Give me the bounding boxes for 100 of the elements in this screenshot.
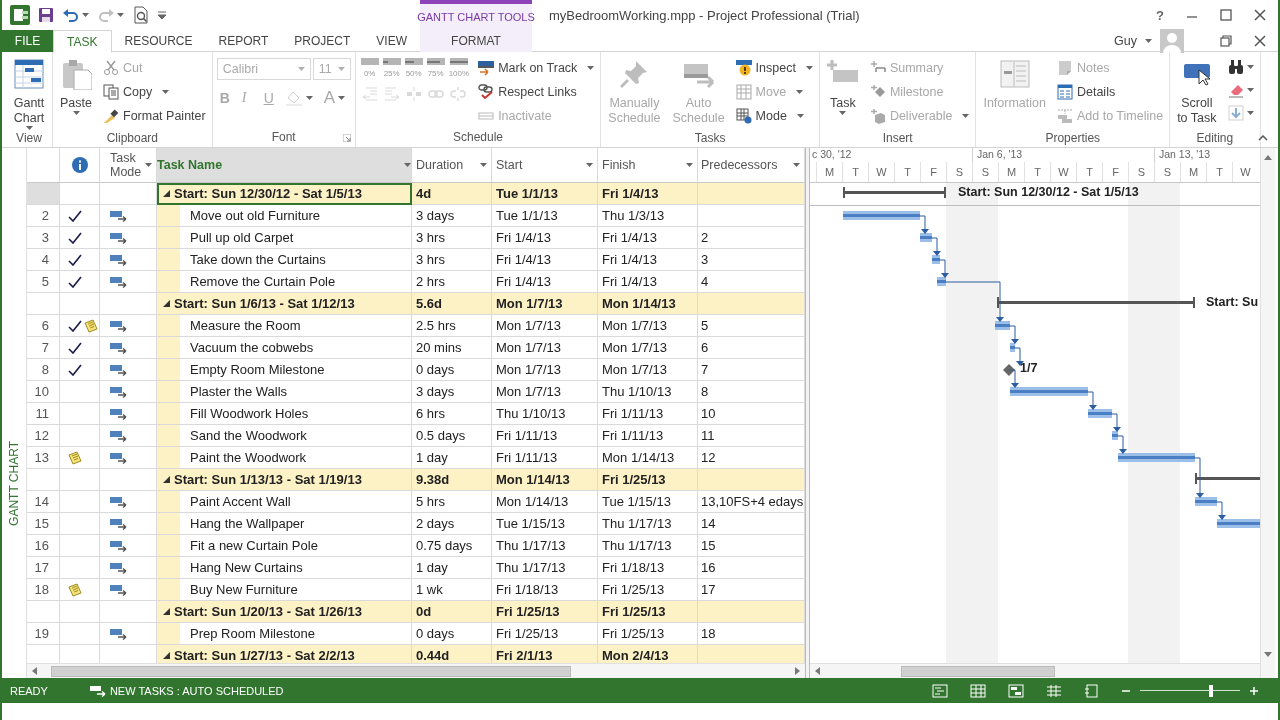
ribbon-tab[interactable]: FORMAT — [420, 30, 532, 52]
row-number: 5 — [27, 271, 60, 293]
row-number: 17 — [27, 557, 60, 579]
task-name-cell[interactable]: Hang New Curtains — [157, 557, 412, 579]
filter-caret-icon — [686, 163, 693, 167]
ribbon-button[interactable]: Format Painter — [101, 104, 208, 127]
save-icon[interactable] — [38, 7, 54, 23]
ribbon-tab[interactable]: VIEW — [363, 30, 420, 52]
ribbon-button[interactable]: Mode — [733, 104, 806, 127]
auto-schedule-icon — [110, 319, 128, 332]
task-name-cell[interactable]: Hang the Wallpaper — [157, 513, 412, 535]
task-name-cell[interactable]: Take down the Curtains — [157, 249, 412, 271]
indent-icon — [383, 86, 400, 102]
ribbon-button[interactable]: Inspect — [733, 56, 815, 79]
collapse-triangle-icon[interactable] — [163, 190, 170, 197]
collapse-ribbon-icon[interactable] — [1258, 135, 1268, 141]
customize-menu-icon[interactable] — [158, 11, 166, 19]
status-text[interactable]: NEW TASKS : AUTO SCHEDULED — [109, 684, 284, 697]
gantt-view-icon[interactable] — [932, 683, 948, 698]
ribbon-tab[interactable]: PROJECT — [281, 30, 364, 52]
close-icon[interactable] — [1254, 9, 1266, 21]
task-name-cell[interactable]: Vacuum the cobwebs — [157, 337, 412, 359]
task-usage-icon[interactable] — [970, 683, 986, 698]
task-name-cell[interactable]: Measure the Room — [157, 315, 412, 337]
ribbon-button[interactable]: Paste — [57, 56, 95, 128]
ribbon-button[interactable]: Details — [1054, 80, 1118, 103]
column-header[interactable] — [60, 148, 100, 183]
timescale-label: F — [1102, 162, 1128, 182]
filter-caret-icon — [480, 163, 487, 167]
collapse-triangle-icon[interactable] — [163, 300, 170, 307]
horizontal-scrollbar[interactable] — [27, 663, 805, 678]
undo-icon[interactable] — [62, 7, 80, 23]
bar-arrow-icon — [478, 59, 495, 76]
vertical-scrollbar[interactable] — [1260, 148, 1275, 678]
close-icon[interactable] — [1254, 34, 1266, 47]
task-name-cell[interactable]: Pull up old Carpet — [157, 227, 412, 249]
scroll-thumb[interactable] — [51, 665, 571, 677]
row-number: 10 — [27, 381, 60, 403]
scroll-thumb[interactable] — [901, 665, 1055, 677]
scroll-down-icon[interactable] — [1264, 650, 1272, 658]
check-icon — [68, 231, 82, 244]
scroll-up-icon[interactable] — [1264, 154, 1272, 162]
table-cell: 3 hrs — [412, 249, 492, 271]
team-planner-icon[interactable] — [1008, 683, 1024, 698]
ribbon-tab[interactable]: REPORT — [205, 30, 282, 52]
restore-icon[interactable] — [1220, 34, 1232, 47]
horizontal-scrollbar[interactable] — [810, 663, 1260, 678]
row-number: 18 — [27, 579, 60, 601]
task-name-cell[interactable]: Paint Accent Wall — [157, 491, 412, 513]
column-header[interactable]: Task Name — [157, 148, 412, 183]
maximize-icon[interactable] — [1220, 9, 1232, 21]
project-app-icon[interactable] — [10, 5, 30, 25]
timescale-label: T — [894, 162, 920, 182]
auto-schedule-icon — [110, 231, 128, 244]
group-label: Schedule — [452, 130, 503, 144]
help-button[interactable]: ? — [1156, 7, 1164, 23]
resource-sheet-icon[interactable] — [1046, 683, 1062, 698]
user-name[interactable]: Guy — [1114, 33, 1137, 48]
timescale-label: c 30, '12 — [811, 148, 853, 162]
slider-thumb[interactable] — [1209, 684, 1213, 697]
ribbon-button[interactable]: Copy — [101, 80, 172, 103]
task-name-cell[interactable]: Start: Sun 1/27/13 - Sat 2/2/13 — [157, 645, 412, 663]
auto-schedule-icon — [110, 429, 128, 442]
task-name-cell[interactable]: Start: Sun 12/30/12 - Sat 1/5/13 — [157, 183, 412, 205]
task-name-cell[interactable]: Start: Sun 1/20/13 - Sat 1/26/13 — [157, 601, 412, 623]
scroll-left-icon[interactable] — [814, 667, 822, 675]
table-cell: 0.75 days — [412, 535, 492, 557]
scroll-right-icon[interactable] — [793, 667, 801, 675]
check-icon — [68, 275, 82, 288]
collapse-triangle-icon[interactable] — [163, 476, 170, 483]
task-name-cell[interactable]: Start: Sun 1/13/13 - Sat 1/19/13 — [157, 469, 412, 491]
ribbon-tab[interactable]: TASK — [53, 30, 112, 53]
task-name-cell[interactable]: Start: Sun 1/6/13 - Sat 1/12/13 — [157, 293, 412, 315]
task-name-cell[interactable]: Plaster the Walls — [157, 381, 412, 403]
print-preview-icon[interactable] — [132, 6, 150, 24]
task-name-cell[interactable]: Sand the Woodwork — [157, 425, 412, 447]
table-cell: 3 days — [412, 381, 492, 403]
dialog-launcher-icon[interactable] — [342, 134, 351, 142]
unlink-icon — [449, 86, 466, 102]
ribbon-button[interactable]: Scroll to Task — [1174, 56, 1220, 128]
ribbon-button[interactable]: Gantt Chart — [10, 56, 48, 128]
task-name-cell[interactable]: Fit a new Curtain Pole — [157, 535, 412, 557]
task-name-cell[interactable]: Move out old Furniture — [157, 205, 412, 227]
file-tab[interactable]: FILE — [2, 30, 54, 52]
table-cell: Fri 1/4/13 — [598, 227, 698, 249]
scroll-left-icon[interactable] — [31, 667, 39, 675]
task-name-cell[interactable]: Empty Room Milestone — [157, 359, 412, 381]
zoom-in-icon[interactable] — [1250, 686, 1258, 695]
ribbon-button[interactable]: Mark on Track — [476, 56, 597, 79]
auto-schedule-icon[interactable] — [89, 684, 106, 697]
report-icon[interactable] — [1084, 683, 1100, 698]
timescale-label: M — [816, 162, 842, 182]
row-number: 3 — [27, 227, 60, 249]
collapse-triangle-icon[interactable] — [163, 608, 170, 615]
check-icon — [68, 341, 82, 354]
ribbon-button[interactable]: Task — [823, 56, 862, 128]
task-name-cell[interactable]: Fill Woodwork Holes — [157, 403, 412, 425]
collapse-triangle-icon[interactable] — [163, 652, 170, 659]
ribbon-tab[interactable]: RESOURCE — [111, 30, 206, 52]
ribbon-button[interactable]: Respect Links — [476, 80, 579, 103]
